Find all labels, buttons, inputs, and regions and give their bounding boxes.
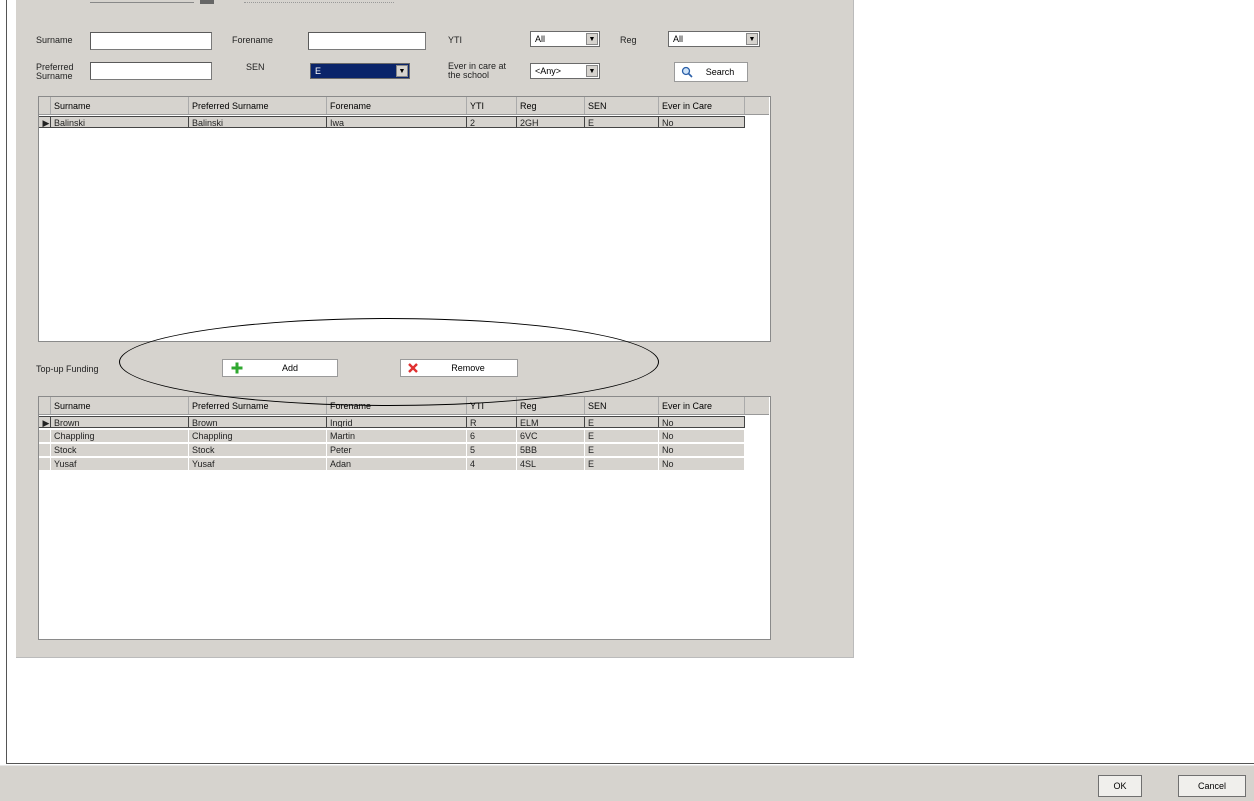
cell: No	[659, 430, 745, 442]
cell: Brown	[189, 416, 327, 428]
search-results-header: Surname Preferred Surname Forename YTI R…	[39, 97, 769, 115]
ever-in-care-select[interactable]: <Any> ▼	[530, 63, 600, 79]
ever-in-care-select-value: <Any>	[535, 66, 562, 76]
surname-input[interactable]	[90, 32, 212, 50]
cell: 2	[467, 116, 517, 128]
cell: E	[585, 444, 659, 456]
yti-label: YTI	[448, 35, 463, 45]
search-button-label: Search	[705, 67, 735, 77]
cell: E	[585, 458, 659, 470]
reg-select-value: All	[673, 34, 684, 44]
cell: E	[585, 116, 659, 128]
table-row[interactable]: ▶ Balinski Balinski Iwa 2 2GH E No	[39, 116, 745, 129]
sen-label: SEN	[246, 62, 265, 72]
table-row[interactable]: Chappling Chappling Martin 6 6VC E No	[39, 430, 745, 443]
cell: Martin	[327, 430, 467, 442]
search-results-grid[interactable]: Surname Preferred Surname Forename YTI R…	[38, 96, 771, 342]
cell: Stock	[51, 444, 189, 456]
cell: R	[467, 416, 517, 428]
column-header[interactable]: Reg	[517, 97, 585, 114]
cell: 5BB	[517, 444, 585, 456]
topup-funding-label: Top-up Funding	[36, 364, 99, 374]
cutoff-field	[90, 0, 194, 3]
cell: 4SL	[517, 458, 585, 470]
cell: ELM	[517, 416, 585, 428]
reg-select[interactable]: All ▼	[668, 31, 760, 47]
sen-select[interactable]: E ▼	[310, 63, 410, 79]
cell: Adan	[327, 458, 467, 470]
preferred-surname-label: Preferred Surname	[36, 62, 74, 81]
cutoff-icon	[200, 0, 214, 4]
cell: Chappling	[189, 430, 327, 442]
cell: Balinski	[51, 116, 189, 128]
reg-label: Reg	[620, 35, 637, 45]
cell: Peter	[327, 444, 467, 456]
table-row[interactable]: Yusaf Yusaf Adan 4 4SL E No	[39, 458, 745, 471]
cell: E	[585, 416, 659, 428]
cell: Ingrid	[327, 416, 467, 428]
table-row[interactable]: ▶ Brown Brown Ingrid R ELM E No	[39, 416, 745, 429]
chevron-down-icon[interactable]: ▼	[396, 65, 408, 77]
surname-label: Surname	[36, 35, 73, 45]
chevron-down-icon[interactable]: ▼	[586, 65, 598, 77]
sen-select-value: E	[315, 66, 322, 76]
forename-input[interactable]	[308, 32, 426, 50]
cell: E	[585, 430, 659, 442]
cell: Iwa	[327, 116, 467, 128]
search-button[interactable]: Search	[674, 62, 748, 82]
cell: Brown	[51, 416, 189, 428]
cell: 2GH	[517, 116, 585, 128]
column-header[interactable]: Ever in Care	[659, 97, 745, 114]
cell: Chappling	[51, 430, 189, 442]
cell: 5	[467, 444, 517, 456]
ever-in-care-label: Ever in care at the school	[448, 61, 507, 80]
cell: Yusaf	[189, 458, 327, 470]
cell: No	[659, 458, 745, 470]
dialog-button-bar: OK Cancel	[0, 765, 1254, 801]
search-icon	[681, 66, 693, 78]
topup-funding-grid[interactable]: Surname Preferred Surname Forename YTI R…	[38, 396, 771, 640]
column-header[interactable]: Forename	[327, 97, 467, 114]
cell: 4	[467, 458, 517, 470]
column-header[interactable]: Ever in Care	[659, 397, 745, 414]
ok-button[interactable]: OK	[1098, 775, 1142, 797]
forename-label: Forename	[232, 35, 274, 45]
column-header[interactable]: SEN	[585, 397, 659, 414]
cancel-button[interactable]: Cancel	[1178, 775, 1246, 797]
current-row-indicator-icon: ▶	[39, 116, 51, 128]
column-header[interactable]: Preferred Surname	[189, 97, 327, 114]
preferred-surname-input[interactable]	[90, 62, 212, 80]
yti-select[interactable]: All ▼	[530, 31, 600, 47]
yti-select-value: All	[535, 34, 546, 44]
cell: Stock	[189, 444, 327, 456]
column-header[interactable]: Surname	[51, 97, 189, 114]
cell: No	[659, 416, 745, 428]
table-row[interactable]: Stock Stock Peter 5 5BB E No	[39, 444, 745, 457]
chevron-down-icon[interactable]: ▼	[586, 33, 598, 45]
column-header[interactable]: YTI	[467, 97, 517, 114]
column-header[interactable]: SEN	[585, 97, 659, 114]
cell: Yusaf	[51, 458, 189, 470]
cell: 6	[467, 430, 517, 442]
cutoff-text	[244, 0, 394, 3]
cell: No	[659, 444, 745, 456]
row-header-corner	[39, 397, 51, 414]
chevron-down-icon[interactable]: ▼	[746, 33, 758, 45]
current-row-indicator-icon: ▶	[39, 416, 51, 428]
row-header-corner	[39, 97, 51, 114]
cell: 6VC	[517, 430, 585, 442]
cell: No	[659, 116, 745, 128]
column-header[interactable]: Surname	[51, 397, 189, 414]
annotation-ellipse	[119, 318, 659, 406]
cell: Balinski	[189, 116, 327, 128]
